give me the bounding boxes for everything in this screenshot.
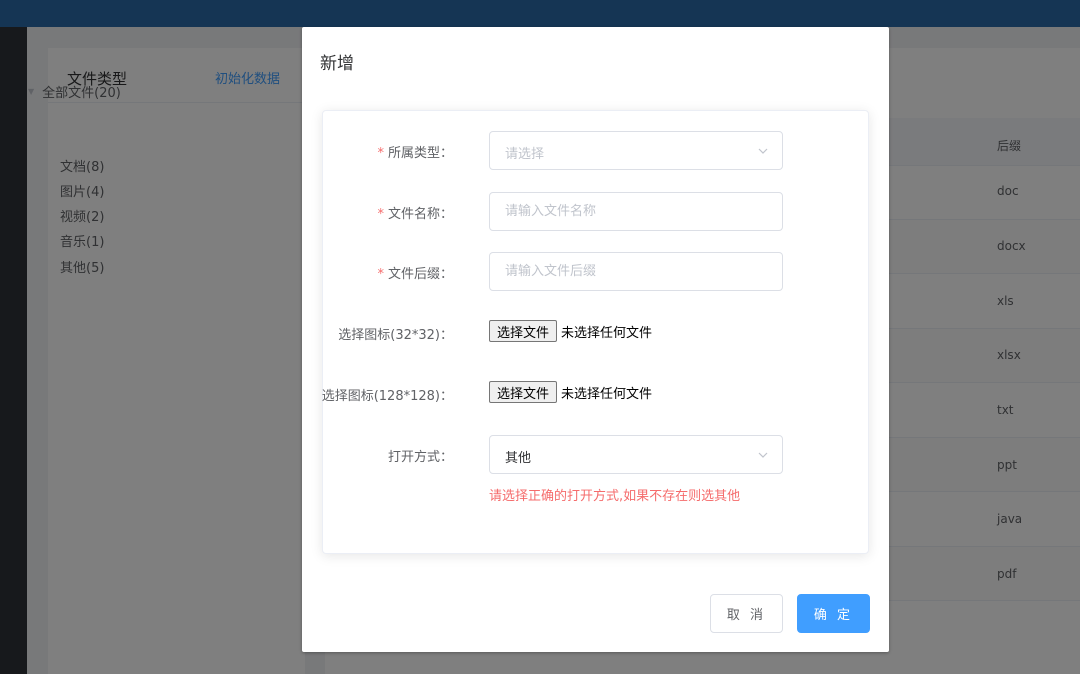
required-mark: * — [377, 207, 384, 222]
type-select[interactable]: 请选择 — [489, 131, 783, 170]
chevron-down-icon — [758, 148, 768, 154]
icon-large-file-picker: 选择文件 未选择任何文件 — [489, 381, 652, 403]
icon-large-label: 选择图标(128*128)： — [321, 389, 453, 404]
required-mark: * — [377, 267, 384, 282]
type-select-placeholder: 请选择 — [505, 147, 545, 162]
open-mode-select[interactable]: 其他 — [489, 435, 783, 474]
form-card: *所属类型： 请选择 *文件名称： *文件后缀： 选择图标(32*32)： 选择… — [322, 110, 869, 554]
open-mode-label: 打开方式： — [387, 450, 453, 465]
icon-large-file-status: 未选择任何文件 — [561, 386, 653, 402]
icon-small-label: 选择图标(32*32)： — [338, 328, 453, 343]
file-name-input[interactable] — [489, 192, 783, 231]
dialog-title: 新增 — [320, 54, 354, 74]
cancel-button[interactable]: 取 消 — [710, 594, 783, 633]
add-file-type-dialog: 新增 *所属类型： 请选择 *文件名称： *文件后缀： 选择图标(32*32)：… — [302, 27, 889, 652]
suffix-label: * 文件后缀： — [377, 267, 453, 282]
icon-small-file-status: 未选择任何文件 — [561, 325, 653, 341]
confirm-button[interactable]: 确 定 — [797, 594, 870, 633]
name-label: * 文件名称： — [377, 207, 453, 222]
open-mode-hint: 请选择正确的打开方式,如果不存在则选其他 — [489, 489, 741, 504]
open-mode-value: 其他 — [505, 451, 532, 466]
choose-icon-small-button[interactable]: 选择文件 — [489, 320, 558, 342]
chevron-down-icon — [758, 452, 768, 458]
choose-icon-large-button[interactable]: 选择文件 — [489, 381, 558, 403]
icon-small-file-picker: 选择文件 未选择任何文件 — [489, 320, 652, 342]
type-label: * 所属类型： — [377, 146, 453, 161]
file-suffix-input[interactable] — [489, 252, 783, 291]
required-mark: * — [377, 146, 384, 161]
